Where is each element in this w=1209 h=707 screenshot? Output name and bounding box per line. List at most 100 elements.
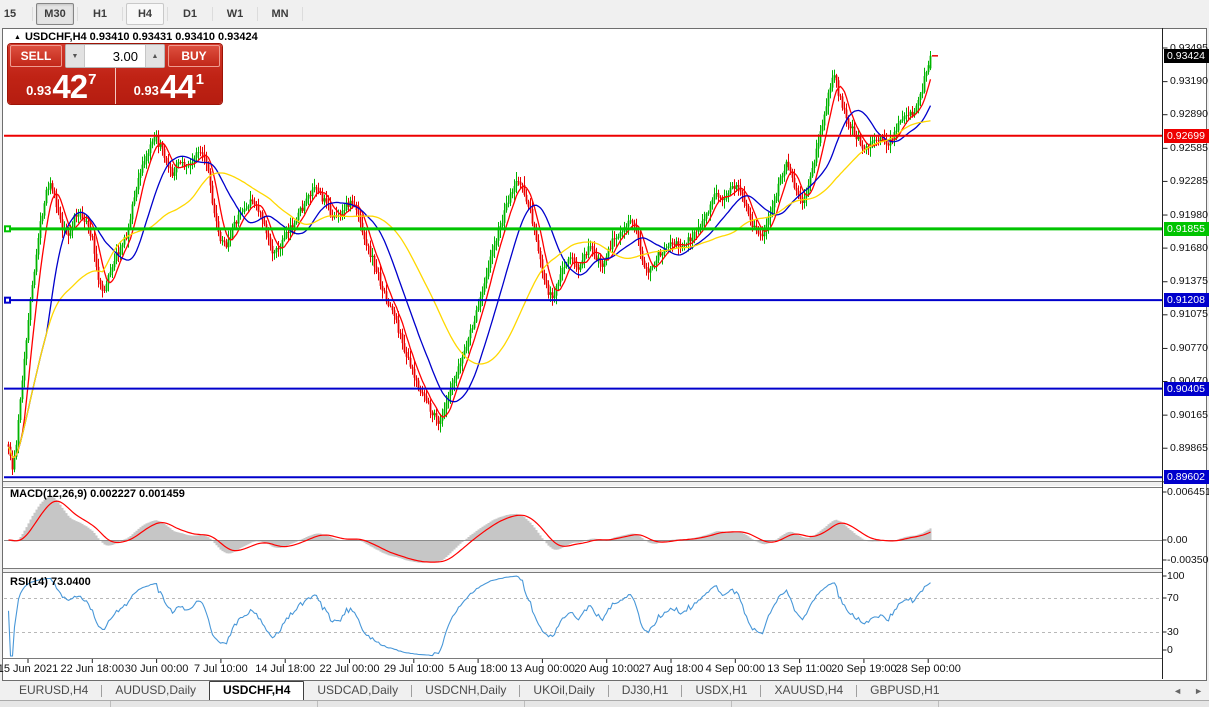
sell-price-prefix: 0.93 (26, 83, 51, 98)
toolbar-separator (77, 7, 78, 21)
sell-price-big: 42 (52, 72, 87, 102)
buy-price-pip: 1 (196, 71, 204, 88)
tab-scroll-left-icon[interactable]: ◄ (1173, 686, 1182, 696)
date-label: 5 Aug 18:00 (449, 663, 508, 675)
strip-mark (938, 701, 939, 707)
rsi-axis-label: 0 (1167, 644, 1173, 656)
buy-price-big: 44 (160, 72, 195, 102)
strip-mark (317, 701, 318, 707)
price-tick-label: 0.91680 (1170, 242, 1208, 254)
toolbar-separator (212, 7, 213, 21)
ohlc-low: 0.93410 (175, 31, 215, 43)
date-label: 20 Sep 19:00 (831, 663, 896, 675)
price-tick-label: 0.90770 (1170, 342, 1208, 354)
price-level-box: 0.92699 (1164, 129, 1209, 143)
toolbar-separator (257, 7, 258, 21)
date-label: 4 Sep 00:00 (706, 663, 765, 675)
tab-usdchf-h4[interactable]: USDCHF,H4 (209, 681, 304, 701)
macd-axis-label: 0.00 (1167, 534, 1187, 546)
date-label: 30 Jun 00:00 (125, 663, 189, 675)
rsi-axis-label: 30 (1167, 626, 1179, 638)
toolbar-separator (302, 7, 303, 21)
spinner-up-icon: ▲ (152, 53, 159, 60)
buy-button[interactable]: BUY (168, 45, 220, 67)
trading-terminal: 15M30H1H4D1W1MN ▲USDCHF,H40.934100.93431… (0, 0, 1209, 707)
date-label: 20 Aug 10:00 (574, 663, 639, 675)
rsi-axis-label: 100 (1167, 570, 1185, 582)
price-tick-label: 0.92585 (1170, 142, 1208, 154)
price-tick-label: 0.90165 (1170, 409, 1208, 421)
tab-usdcad-daily[interactable]: USDCAD,Daily (304, 681, 411, 700)
rsi-axis-label: 70 (1167, 592, 1179, 604)
volume-increase-button[interactable]: ▲ (145, 45, 164, 67)
price-tick-label: 0.93190 (1170, 75, 1208, 87)
ohlc-open: 0.93410 (90, 31, 130, 43)
one-click-trade-panel: SELL ▼ 3.00 ▲ BUY 0.93427 0.93441 (8, 44, 222, 104)
trade-panel-prices: 0.93427 0.93441 (8, 68, 222, 104)
toolbar-separator (32, 7, 33, 21)
timeframe-button-m30[interactable]: M30 (36, 3, 74, 25)
date-label: 28 Sep 00:00 (895, 663, 960, 675)
bottom-strip (0, 700, 1209, 707)
price-tick-label: 0.89865 (1170, 442, 1208, 454)
ohlc-high: 0.93431 (132, 31, 172, 43)
tab-ukoil-daily[interactable]: UKOil,Daily (520, 681, 607, 700)
tab-audusd-daily[interactable]: AUDUSD,Daily (102, 681, 209, 700)
spinner-down-icon: ▼ (72, 53, 79, 60)
price-tick-label: 0.91980 (1170, 209, 1208, 221)
strip-mark (110, 701, 111, 707)
date-label: 22 Jul 00:00 (320, 663, 380, 675)
price-tick-label: 0.91075 (1170, 308, 1208, 320)
sell-price-display[interactable]: 0.93427 (8, 68, 116, 104)
tab-scroll-right-icon[interactable]: ► (1194, 686, 1203, 696)
price-level-box: 0.91208 (1164, 293, 1209, 307)
timeframe-button-mn[interactable]: MN (261, 3, 299, 25)
date-label: 22 Jun 18:00 (60, 663, 124, 675)
chart-window (2, 28, 1207, 681)
timeframe-button-d1[interactable]: D1 (171, 3, 209, 25)
date-label: 14 Jul 18:00 (255, 663, 315, 675)
chart-title: ▲USDCHF,H40.934100.934310.934100.93424 (14, 31, 261, 43)
price-level-box: 0.90405 (1164, 382, 1209, 396)
timeframe-button-15[interactable]: 15 (0, 3, 29, 25)
panel-toggle-icon[interactable]: ▲ (14, 34, 21, 41)
macd-axis-label: -0.003507 (1167, 554, 1209, 566)
timeframe-toolbar: 15 M30 H1 H4 D1 W1 MN (0, 0, 1209, 27)
date-label: 29 Jul 10:00 (384, 663, 444, 675)
price-tick-label: 0.91375 (1170, 275, 1208, 287)
price-tick-label: 0.92285 (1170, 175, 1208, 187)
tab-usdcnh-daily[interactable]: USDCNH,Daily (412, 681, 519, 700)
strip-mark (731, 701, 732, 707)
tab-scroll-arrows: ◄► (1173, 686, 1203, 696)
ohlc-close: 0.93424 (218, 31, 258, 43)
date-label: 13 Aug 00:00 (510, 663, 575, 675)
volume-spinner: ▼ 3.00 ▲ (65, 44, 165, 68)
macd-axis-label: 0.006451 (1167, 486, 1209, 498)
trade-panel-top-row: SELL ▼ 3.00 ▲ BUY (8, 44, 222, 68)
timeframe-button-h1[interactable]: H1 (81, 3, 119, 25)
macd-label: MACD(12,26,9) 0.002227 0.001459 (10, 488, 185, 500)
date-label: 15 Jun 2021 (0, 663, 58, 675)
timeframe-button-w1[interactable]: W1 (216, 3, 254, 25)
sell-price-pip: 7 (88, 71, 96, 88)
tab-usdx-h1[interactable]: USDX,H1 (682, 681, 760, 700)
current-price-box: 0.93424 (1164, 49, 1209, 63)
tab-gbpusd-h1[interactable]: GBPUSD,H1 (857, 681, 952, 700)
sell-button[interactable]: SELL (10, 45, 62, 67)
chart-tab-bar: EURUSD,H4AUDUSD,DailyUSDCHF,H4USDCAD,Dai… (0, 681, 1209, 700)
tab-eurusd-h4[interactable]: EURUSD,H4 (6, 681, 101, 700)
price-tick-label: 0.92890 (1170, 108, 1208, 120)
tab-dj30-h1[interactable]: DJ30,H1 (609, 681, 682, 700)
price-level-box: 0.89602 (1164, 470, 1209, 484)
timeframe-button-h4[interactable]: H4 (126, 3, 164, 25)
tab-xauusd-h4[interactable]: XAUUSD,H4 (761, 681, 856, 700)
date-label: 7 Jul 10:00 (194, 663, 248, 675)
buy-price-display[interactable]: 0.93441 (116, 68, 223, 104)
volume-decrease-button[interactable]: ▼ (66, 45, 85, 67)
date-label: 13 Sep 11:00 (767, 663, 832, 675)
chart-symbol-period: USDCHF,H4 (25, 31, 87, 43)
price-level-box: 0.91855 (1164, 222, 1209, 236)
volume-input[interactable]: 3.00 (85, 45, 145, 67)
rsi-label: RSI(14) 73.0400 (10, 576, 91, 588)
toolbar-separator (122, 7, 123, 21)
